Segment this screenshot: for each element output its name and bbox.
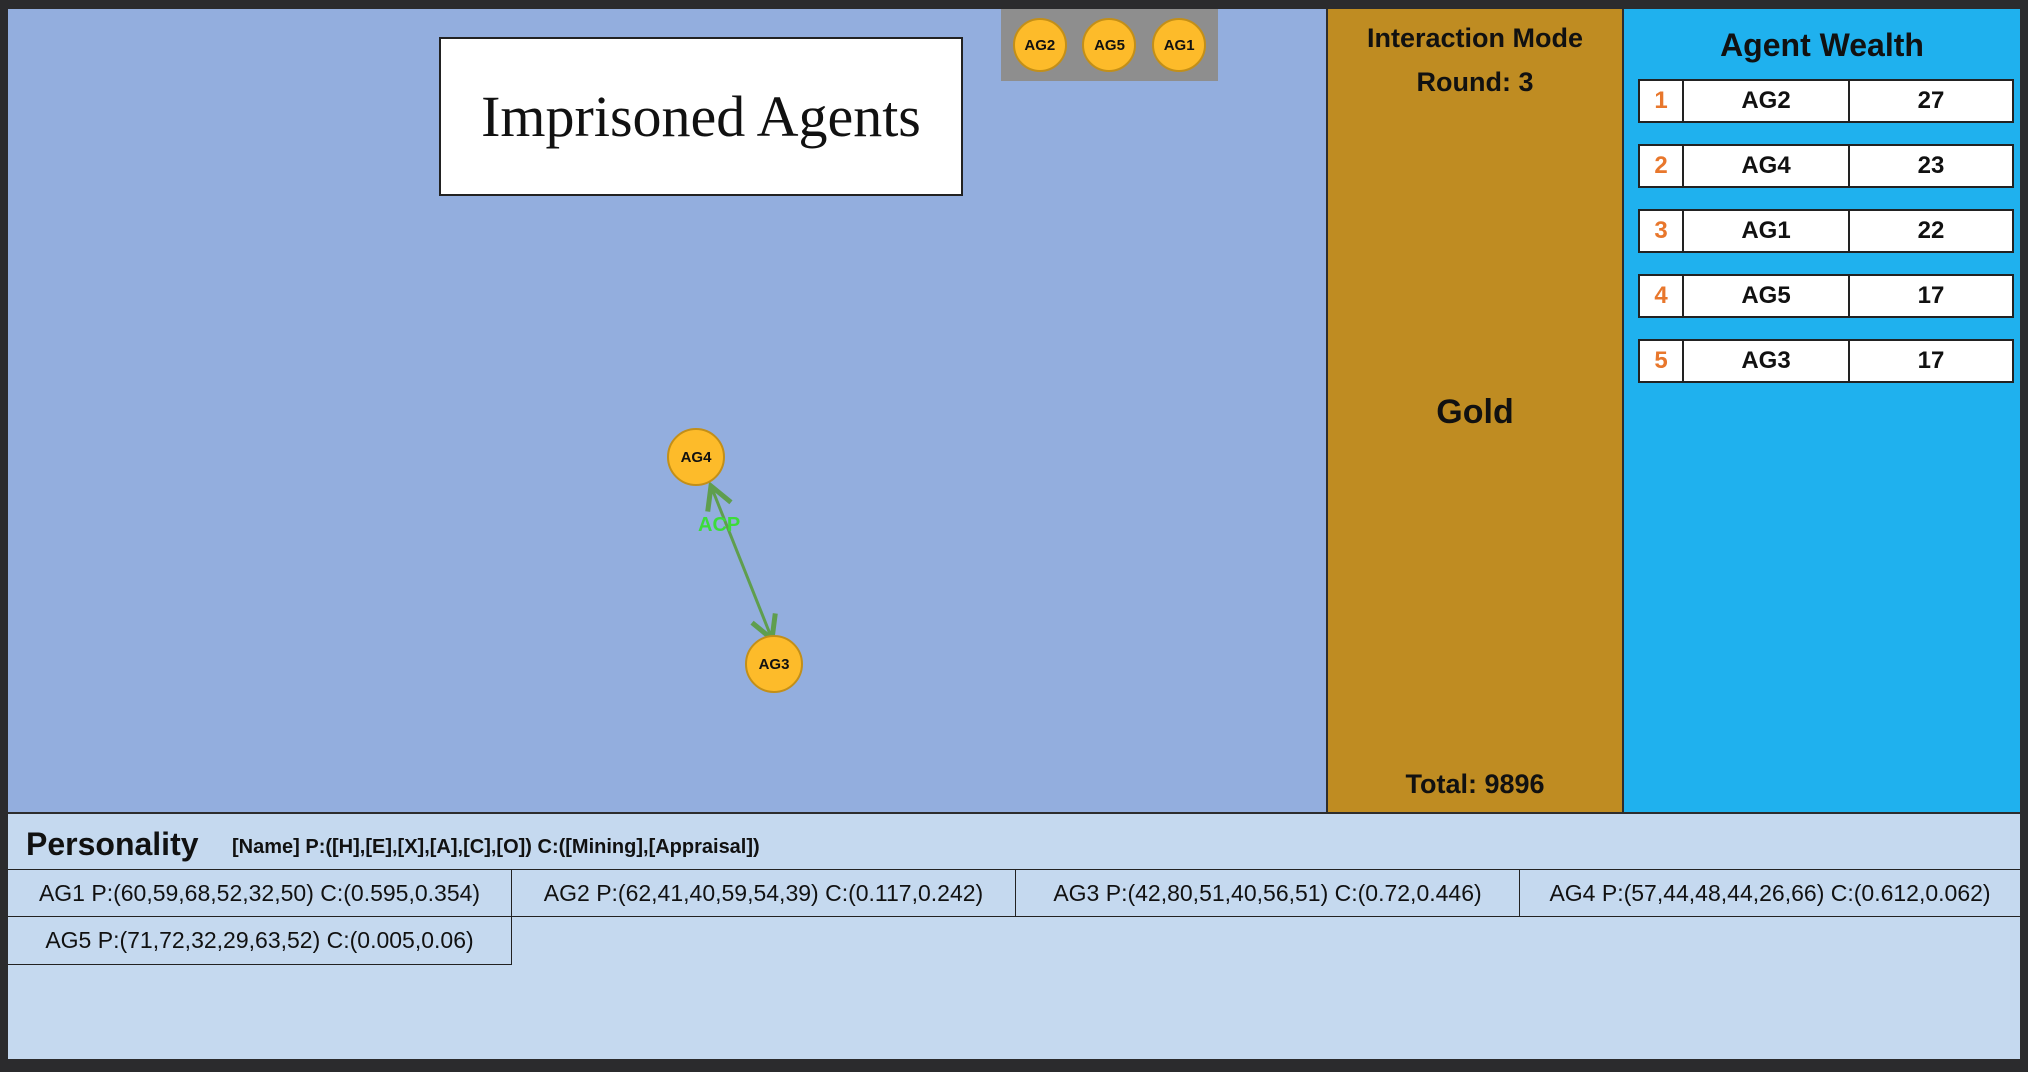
wealth-value: 17 <box>1917 347 1945 374</box>
personality-panel: Personality [Name] P:([H],[E],[X],[A],[C… <box>8 812 2020 1059</box>
interaction-arrow <box>711 486 772 639</box>
interaction-edge <box>8 9 1326 812</box>
wealth-title: Agent Wealth <box>1720 27 1924 63</box>
app-frame: Imprisoned Agents AG2 AG5 AG1 AG4 AG3 AC… <box>8 9 2020 1059</box>
wealth-rank: 1 <box>1640 81 1684 121</box>
agent-node-target[interactable]: AG3 <box>745 635 803 693</box>
mode-title: Interaction Mode <box>1366 23 1583 53</box>
wealth-row: 4 AG5 17 <box>1638 274 2014 318</box>
agent-wealth-panel: Agent Wealth 1 AG2 27 2 AG4 23 3 AG1 22 … <box>1624 9 2020 812</box>
wealth-row: 2 AG4 23 <box>1638 144 2014 188</box>
wealth-agent: AG1 <box>1684 211 1850 251</box>
wealth-agent: AG3 <box>1684 341 1850 381</box>
wealth-agent: AG2 <box>1684 81 1850 121</box>
personality-entry: AG1 P:(60,59,68,52,32,50) C:(0.595,0.354… <box>8 869 512 917</box>
personality-entry: AG2 P:(62,41,40,59,54,39) C:(0.117,0.242… <box>512 869 1016 917</box>
wealth-rank: 2 <box>1640 146 1684 186</box>
wealth-row: 1 AG2 27 <box>1638 79 2014 123</box>
wealth-agent: AG4 <box>1684 146 1850 186</box>
interaction-mode-panel: Interaction Mode Round: 3 Gold Total: 98… <box>1326 9 1624 812</box>
wealth-rank: 5 <box>1640 341 1684 381</box>
wealth-value: 17 <box>1917 282 1945 309</box>
personality-entry: AG4 P:(57,44,48,44,26,66) C:(0.612,0.062… <box>1520 869 2020 917</box>
round-counter: Round: 3 <box>1416 67 1534 97</box>
wealth-row: 5 AG3 17 <box>1638 339 2014 383</box>
agent-node-source[interactable]: AG4 <box>667 428 725 486</box>
personality-entry: AG3 P:(42,80,51,40,56,51) C:(0.72,0.446) <box>1016 869 1520 917</box>
wealth-value: 27 <box>1917 87 1945 114</box>
personality-legend: [Name] P:([H],[E],[X],[A],[C],[O]) C:([M… <box>232 836 760 858</box>
wealth-value: 22 <box>1917 217 1945 244</box>
personality-entry: AG5 P:(71,72,32,29,63,52) C:(0.005,0.06) <box>8 917 512 965</box>
resource-total: Total: 9896 <box>1405 769 1545 799</box>
wealth-agent: AG5 <box>1684 276 1850 316</box>
simulation-area[interactable]: Imprisoned Agents AG2 AG5 AG1 AG4 AG3 AC… <box>8 9 1326 812</box>
wealth-rank: 3 <box>1640 211 1684 251</box>
wealth-rank: 4 <box>1640 276 1684 316</box>
wealth-row: 3 AG1 22 <box>1638 209 2014 253</box>
wealth-value: 23 <box>1917 152 1945 179</box>
personality-title: Personality <box>26 826 199 862</box>
interaction-label: ACP <box>698 514 741 536</box>
resource-label: Gold <box>1436 393 1514 431</box>
